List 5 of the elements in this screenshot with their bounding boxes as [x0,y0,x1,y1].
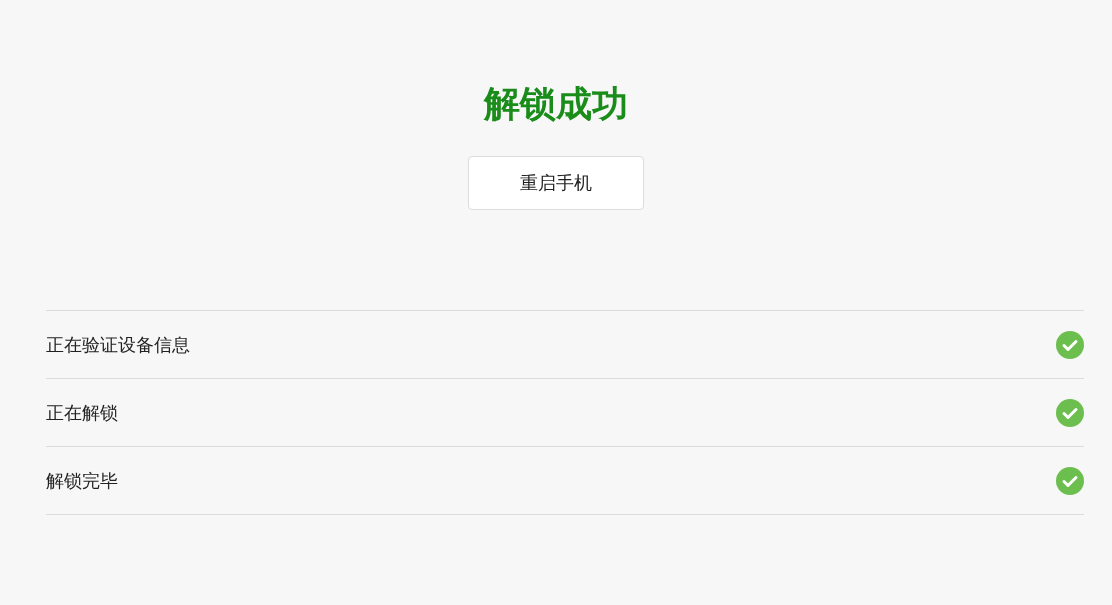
step-label: 解锁完毕 [46,468,118,493]
status-title: 解锁成功 [484,82,628,126]
step-label: 正在解锁 [46,400,118,425]
step-label: 正在验证设备信息 [46,332,190,357]
restart-button[interactable]: 重启手机 [468,156,644,210]
